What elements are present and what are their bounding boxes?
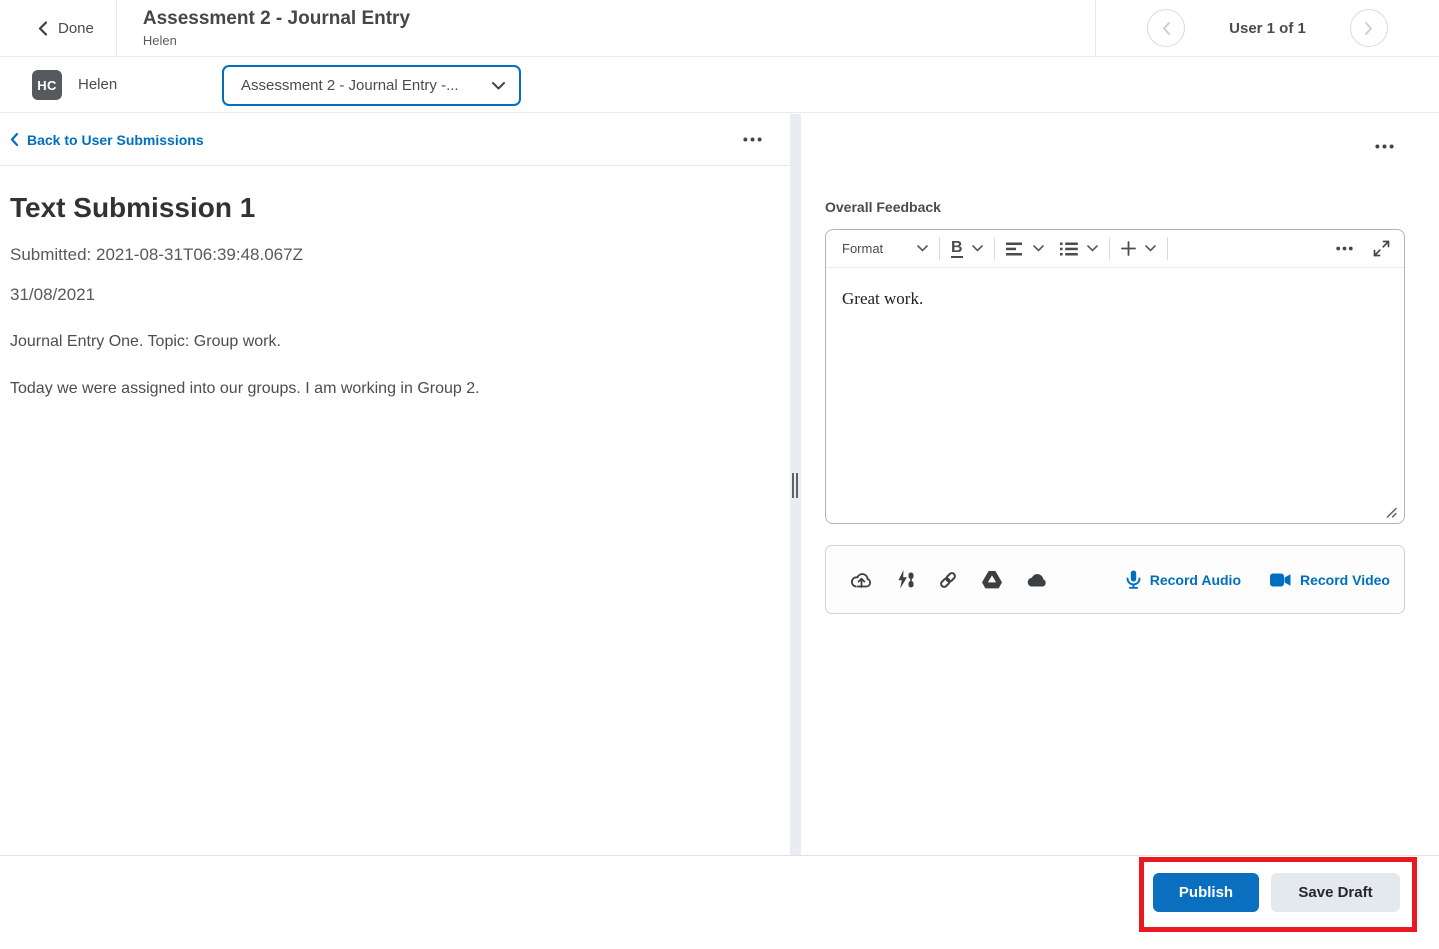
record-audio-button[interactable]: Record Audio bbox=[1126, 570, 1241, 590]
chevron-left-icon bbox=[10, 133, 18, 146]
user-navigation: User 1 of 1 bbox=[1095, 0, 1439, 56]
toolbar-separator bbox=[939, 237, 940, 260]
chevron-down-icon bbox=[917, 245, 928, 252]
ellipsis-icon bbox=[1375, 144, 1394, 149]
video-camera-icon bbox=[1270, 573, 1291, 587]
editor-toolbar: Format B bbox=[826, 230, 1404, 268]
list-dropdown-button[interactable] bbox=[1059, 242, 1098, 256]
feedback-options-button[interactable] bbox=[1375, 144, 1394, 149]
done-label: Done bbox=[58, 19, 94, 37]
top-bar: Done Assessment 2 - Journal Entry Helen … bbox=[0, 0, 1439, 57]
toolbar-separator bbox=[1108, 237, 1110, 260]
chevron-down-icon bbox=[492, 81, 505, 90]
assessment-selector-dropdown[interactable]: Assessment 2 - Journal Entry -... bbox=[222, 65, 521, 106]
alignment-dropdown-button[interactable] bbox=[1005, 242, 1044, 256]
chevron-down-icon bbox=[971, 245, 983, 252]
link-icon bbox=[938, 570, 958, 590]
avatar: HC bbox=[32, 70, 62, 100]
user-count-label: User 1 of 1 bbox=[1229, 19, 1306, 37]
submission-paragraph: Journal Entry One. Topic: Group work. bbox=[10, 333, 281, 350]
publish-button[interactable]: Publish bbox=[1153, 873, 1259, 912]
panel-splitter[interactable] bbox=[790, 114, 801, 855]
user-name: Helen bbox=[78, 76, 118, 93]
google-drive-icon bbox=[982, 570, 1002, 589]
submission-title: Text Submission 1 bbox=[10, 192, 256, 223]
submission-options-button[interactable] bbox=[743, 137, 762, 142]
bold-dropdown-button[interactable]: B bbox=[951, 239, 983, 258]
assessment-grading-page: Done Assessment 2 - Journal Entry Helen … bbox=[0, 0, 1439, 949]
attachments-bar: Record Audio Record Video bbox=[825, 545, 1405, 614]
splitter-drag-handle[interactable] bbox=[792, 473, 798, 498]
user-bar: HC Helen Assessment 2 - Journal Entry -.… bbox=[0, 58, 1439, 113]
insert-dropdown-button[interactable] bbox=[1120, 241, 1156, 256]
format-dropdown[interactable]: Format bbox=[842, 241, 928, 256]
chevron-left-icon bbox=[38, 20, 47, 36]
feedback-text: Great work. bbox=[842, 289, 924, 308]
align-left-icon bbox=[1005, 242, 1024, 256]
chevron-left-icon bbox=[1162, 21, 1171, 35]
back-link-label: Back to User Submissions bbox=[27, 131, 204, 148]
toolbar-separator bbox=[1166, 237, 1168, 260]
page-title: Assessment 2 - Journal Entry bbox=[142, 8, 411, 29]
chevron-right-icon bbox=[1364, 21, 1373, 35]
page-title-block: Assessment 2 - Journal Entry Helen bbox=[117, 0, 1095, 56]
main-area: Back to User Submissions Text Submission… bbox=[0, 114, 1439, 855]
chevron-down-icon bbox=[1086, 245, 1098, 252]
plus-icon bbox=[1120, 241, 1136, 256]
record-button-group: Record Audio Record Video bbox=[1126, 570, 1390, 590]
feedback-panel: Overall Feedback Format B Great work. Re… bbox=[801, 114, 1439, 855]
resize-handle-icon[interactable] bbox=[1383, 504, 1397, 518]
fullscreen-button[interactable] bbox=[1373, 240, 1390, 257]
upload-file-button[interactable] bbox=[851, 571, 872, 589]
insert-link-button[interactable] bbox=[938, 570, 958, 590]
chevron-down-icon bbox=[1144, 245, 1156, 252]
upload-icon bbox=[851, 571, 872, 589]
record-video-label: Record Video bbox=[1300, 571, 1390, 588]
expand-fullscreen-icon bbox=[1373, 240, 1390, 257]
submission-body: Text Submission 1 Submitted: 2021-08-31T… bbox=[0, 191, 790, 399]
submission-date: 31/08/2021 bbox=[10, 285, 96, 304]
submission-panel: Back to User Submissions Text Submission… bbox=[0, 114, 790, 855]
attachment-icon-group bbox=[851, 570, 1048, 590]
bold-icon: B bbox=[951, 239, 963, 258]
quicklink-button[interactable] bbox=[896, 570, 914, 589]
quicklink-icon bbox=[896, 570, 914, 589]
assessment-selector-value: Assessment 2 - Journal Entry -... bbox=[241, 77, 459, 94]
back-to-user-submissions-link[interactable]: Back to User Submissions bbox=[10, 132, 204, 148]
onedrive-icon bbox=[1026, 572, 1048, 587]
save-draft-button[interactable]: Save Draft bbox=[1271, 873, 1400, 912]
chevron-down-icon bbox=[1032, 245, 1044, 252]
page-subtitle: Helen bbox=[142, 33, 177, 48]
submission-paragraph: Today we were assigned into our groups. … bbox=[10, 380, 480, 397]
done-button[interactable]: Done bbox=[0, 0, 116, 56]
microphone-icon bbox=[1126, 570, 1141, 590]
toolbar-separator bbox=[993, 237, 995, 260]
format-label: Format bbox=[842, 241, 884, 256]
footer-bar: Publish Save Draft bbox=[0, 855, 1439, 949]
ellipsis-icon bbox=[1336, 246, 1353, 251]
google-drive-button[interactable] bbox=[982, 570, 1002, 589]
toolbar-more-button[interactable] bbox=[1336, 246, 1353, 251]
record-video-button[interactable]: Record Video bbox=[1270, 572, 1390, 588]
feedback-text-area[interactable]: Great work. bbox=[826, 268, 1404, 523]
previous-user-button[interactable] bbox=[1147, 9, 1186, 47]
overall-feedback-label: Overall Feedback bbox=[825, 199, 941, 215]
submission-panel-header: Back to User Submissions bbox=[0, 114, 790, 166]
onedrive-button[interactable] bbox=[1026, 572, 1048, 587]
ellipsis-icon bbox=[743, 137, 762, 142]
feedback-rich-text-editor: Format B Great work. bbox=[825, 229, 1405, 524]
toolbar-right-group bbox=[1336, 240, 1390, 257]
record-audio-label: Record Audio bbox=[1149, 571, 1241, 588]
submitted-timestamp: Submitted: 2021-08-31T06:39:48.067Z bbox=[10, 245, 303, 264]
bullet-list-icon bbox=[1059, 242, 1078, 256]
next-user-button[interactable] bbox=[1349, 9, 1388, 47]
